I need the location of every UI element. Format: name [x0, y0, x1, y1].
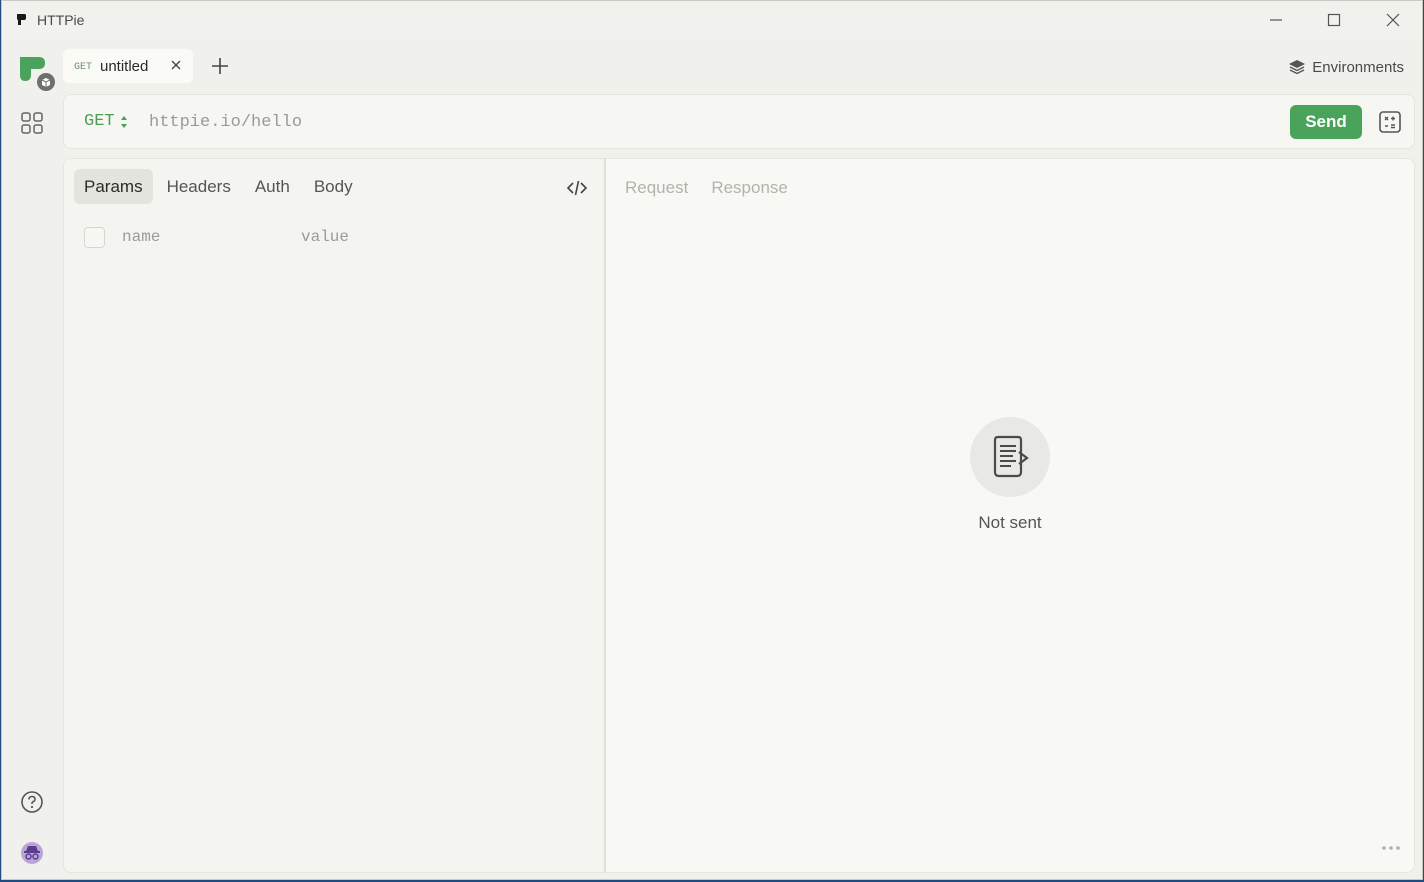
incognito-avatar-icon	[21, 842, 43, 864]
close-tab-icon[interactable]	[168, 57, 184, 73]
tab-headers[interactable]: Headers	[157, 169, 241, 204]
tab-name-label: untitled	[100, 58, 149, 75]
document-send-icon	[993, 435, 1029, 478]
collections-button[interactable]	[19, 110, 45, 136]
request-tab[interactable]: GET untitled	[63, 49, 193, 83]
title-bar: HTTPie	[2, 1, 1422, 39]
environments-button[interactable]: Environments	[1288, 56, 1404, 78]
request-menu-icon[interactable]	[1378, 110, 1402, 134]
code-view-icon[interactable]	[566, 177, 588, 199]
left-rail	[2, 39, 62, 881]
window-title: HTTPie	[37, 12, 85, 28]
param-name-input[interactable]: name	[122, 228, 160, 246]
request-panel: Params Headers Auth Body name value	[63, 158, 604, 873]
tab-body[interactable]: Body	[304, 169, 363, 204]
more-options-icon[interactable]	[1380, 843, 1402, 853]
tab-auth[interactable]: Auth	[245, 169, 300, 204]
param-row: name value	[84, 225, 584, 251]
minimize-button[interactable]	[1247, 1, 1305, 39]
url-bar: GET Send	[63, 94, 1415, 149]
tab-response[interactable]: Response	[711, 178, 788, 198]
tab-request[interactable]: Request	[625, 178, 688, 198]
close-window-button[interactable]	[1364, 1, 1422, 39]
param-enable-checkbox[interactable]	[84, 227, 105, 248]
method-select[interactable]: GET	[84, 112, 128, 131]
method-label: GET	[84, 112, 115, 131]
url-input[interactable]	[149, 107, 1249, 137]
httpie-app-icon	[17, 14, 26, 25]
close-icon	[1386, 13, 1400, 27]
param-value-input[interactable]: value	[301, 228, 349, 246]
request-tabs: Params Headers Auth Body	[74, 169, 363, 204]
new-tab-icon[interactable]	[209, 55, 231, 77]
maximize-icon	[1327, 13, 1341, 27]
tab-params[interactable]: Params	[74, 169, 153, 204]
response-tabs: Request Response	[625, 178, 788, 198]
send-button[interactable]: Send	[1290, 105, 1362, 139]
maximize-button[interactable]	[1305, 1, 1363, 39]
tab-method-label: GET	[74, 62, 93, 73]
httpie-logo[interactable]	[17, 53, 57, 93]
empty-state-text: Not sent	[978, 513, 1042, 532]
minimize-icon	[1270, 19, 1282, 21]
response-panel: Request Response Not sent	[606, 158, 1415, 873]
app-window: HTTPie GET untitled Environments GET htt…	[1, 0, 1423, 880]
grid-icon	[21, 112, 43, 134]
help-button[interactable]	[19, 789, 45, 815]
sort-arrows-icon	[120, 115, 127, 128]
layers-icon	[1289, 60, 1306, 75]
environments-label: Environments	[1312, 58, 1404, 76]
empty-state-badge	[970, 417, 1050, 497]
help-icon	[21, 791, 43, 813]
account-button[interactable]	[19, 840, 45, 866]
